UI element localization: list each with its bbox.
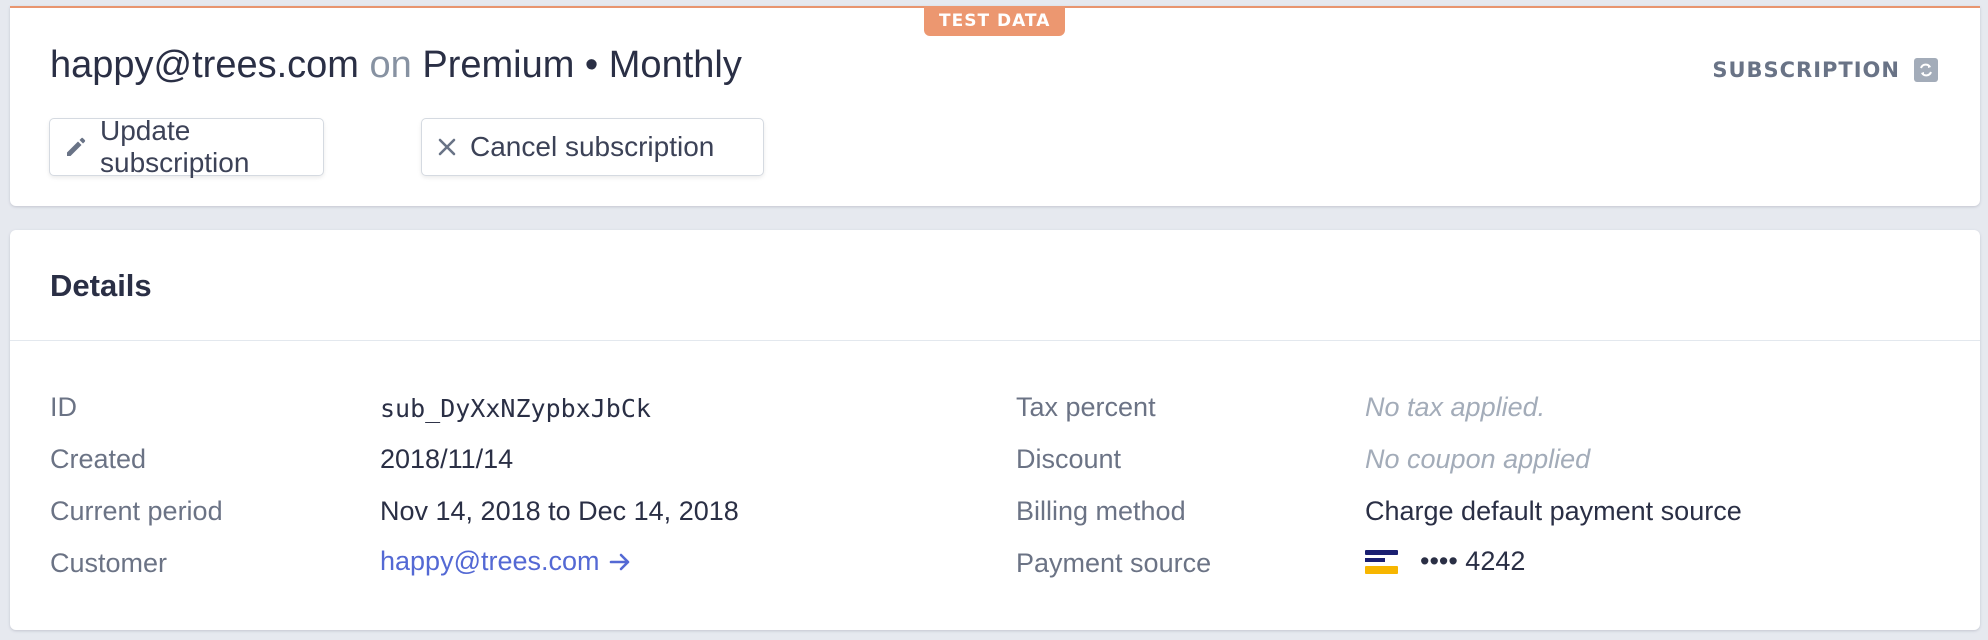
cancel-subscription-button[interactable]: Cancel subscription (421, 118, 764, 176)
id-label: ID (50, 392, 77, 422)
payment-source-value: •••• 4242 (1365, 546, 1525, 577)
billing-method-label: Billing method (1016, 496, 1186, 526)
details-divider (10, 340, 1980, 341)
customer-link-text: happy@trees.com (380, 546, 600, 576)
page-title: happy@trees.com on Premium • Monthly (50, 44, 742, 87)
details-heading: Details (50, 268, 152, 303)
update-subscription-button[interactable]: Update subscription (49, 115, 324, 178)
id-value: sub_DyXxNZypbxJbCk (380, 394, 651, 423)
payment-source-text: •••• 4242 (1420, 546, 1526, 576)
object-type-label: SUBSCRIPTION (1712, 58, 1938, 82)
pencil-icon (67, 137, 86, 156)
details-card: Details ID sub_DyXxNZypbxJbCk Created 20… (10, 230, 1980, 630)
billing-method-value: Charge default payment source (1365, 496, 1742, 526)
tax-percent-value: No tax applied. (1365, 392, 1546, 422)
customer-label: Customer (50, 548, 168, 578)
title-email: happy@trees.com (50, 44, 359, 86)
subscription-header-card: TEST DATA happy@trees.com on Premium • M… (10, 6, 1980, 206)
customer-link[interactable]: happy@trees.com (380, 546, 632, 577)
cancel-subscription-label: Cancel subscription (470, 131, 715, 162)
title-plan: Premium • Monthly (422, 44, 742, 86)
title-connector: on (369, 44, 412, 86)
arrow-right-icon (609, 553, 629, 570)
subscription-cycle-icon (1914, 58, 1938, 82)
update-subscription-label: Update subscription (100, 115, 250, 178)
tax-percent-label: Tax percent (1016, 392, 1156, 422)
discount-value: No coupon applied (1365, 444, 1591, 474)
current-period-value: Nov 14, 2018 to Dec 14, 2018 (380, 496, 739, 526)
created-value: 2018/11/14 (380, 444, 514, 474)
created-label: Created (50, 444, 147, 474)
test-data-badge: TEST DATA (924, 6, 1066, 36)
close-icon (438, 138, 456, 156)
current-period-label: Current period (50, 496, 223, 526)
payment-source-label: Payment source (1016, 548, 1212, 578)
card-brand-icon (1365, 548, 1398, 575)
discount-label: Discount (1016, 444, 1122, 474)
object-type-text: SUBSCRIPTION (1712, 58, 1900, 82)
